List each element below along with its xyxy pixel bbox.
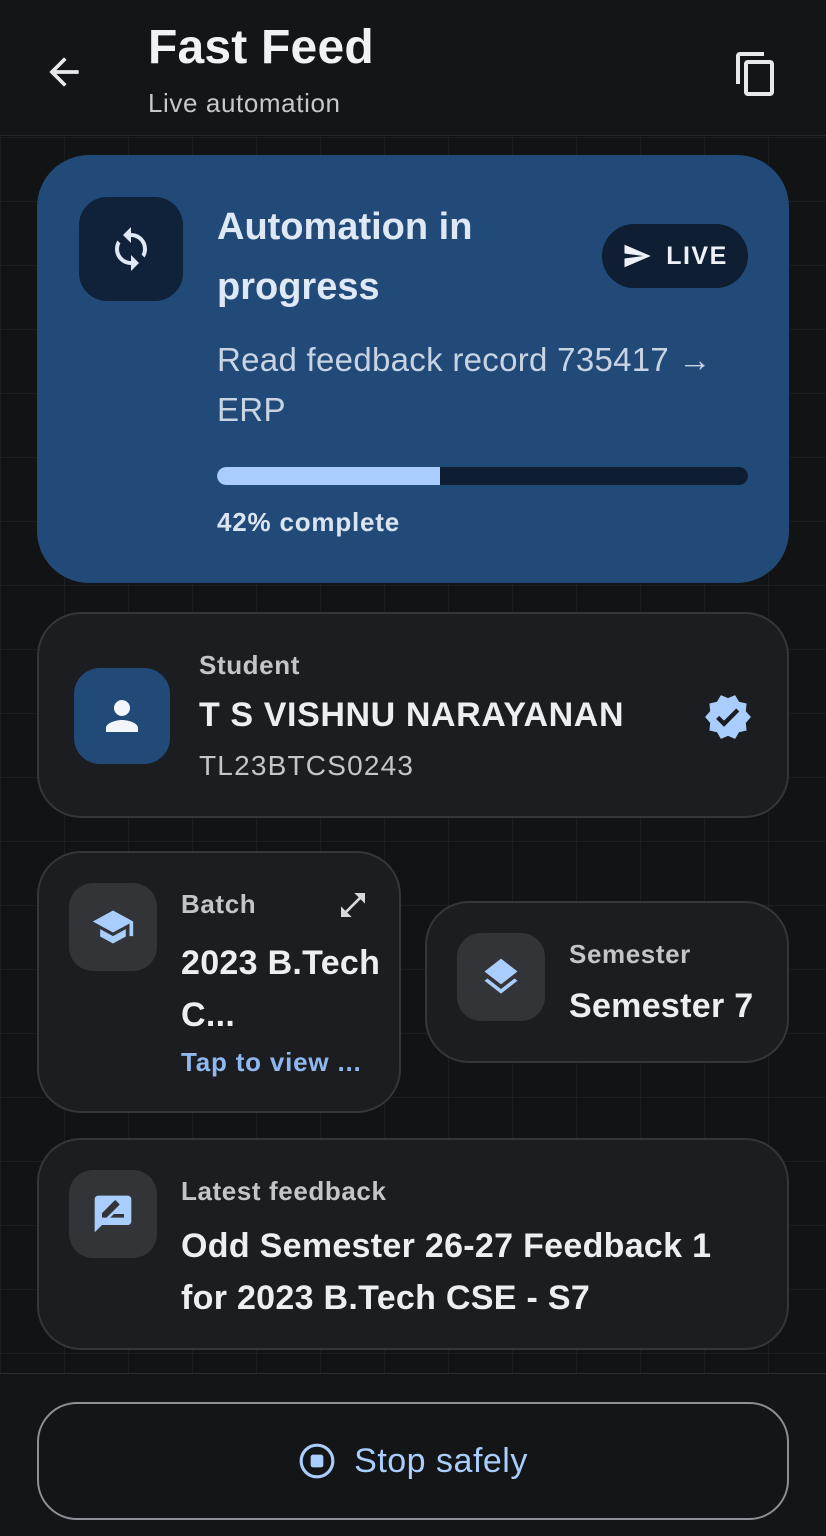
- stop-safely-label: Stop safely: [354, 1441, 528, 1480]
- school-icon: [92, 910, 134, 944]
- batch-value: 2023 B.Tech C...: [181, 944, 381, 1034]
- app-screen: Fast Feed Live automation Automation in …: [0, 0, 826, 1536]
- latest-feedback-label: Latest feedback: [181, 1176, 387, 1206]
- rate-review-icon: [94, 1195, 132, 1233]
- layers-icon: [484, 958, 518, 994]
- automation-description: Read feedback record 735417 → ERP: [217, 341, 712, 428]
- semester-label: Semester: [569, 939, 691, 969]
- verified-icon: [705, 695, 751, 739]
- back-button[interactable]: [36, 44, 92, 100]
- semester-card: Semester Semester 7: [425, 901, 789, 1063]
- student-label: Student: [199, 650, 300, 680]
- semester-value: Semester 7: [569, 987, 754, 1025]
- progress-label: 42% complete: [217, 507, 401, 537]
- page-title: Fast Feed: [148, 21, 374, 74]
- copy-icon: [736, 52, 774, 96]
- arrow-left-icon: [49, 57, 79, 87]
- live-badge: LIVE: [602, 224, 748, 288]
- live-badge-label: LIVE: [666, 241, 728, 270]
- sync-icon-container: [79, 197, 183, 301]
- batch-view-link[interactable]: Tap to view ...: [181, 1047, 362, 1078]
- batch-label: Batch: [181, 889, 257, 919]
- latest-feedback-card: Latest feedback Odd Semester 26-27 Feedb…: [37, 1138, 789, 1350]
- school-icon-container: [69, 883, 157, 971]
- avatar: [74, 668, 170, 764]
- copy-button[interactable]: [726, 44, 786, 104]
- batch-card[interactable]: Batch 2023 B.Tech C... Tap to view ...: [37, 851, 401, 1113]
- progress-bar: [217, 467, 748, 485]
- person-icon: [106, 700, 138, 732]
- sync-icon: [115, 227, 147, 271]
- stop-circle-icon: [299, 1443, 335, 1479]
- automation-status-card: Automation in progress LIVE Read feedbac…: [37, 155, 789, 583]
- progress-bar-fill: [217, 467, 441, 485]
- student-name: T S VISHNU NARAYANAN: [199, 696, 625, 734]
- expand-icon[interactable]: [337, 889, 369, 921]
- latest-feedback-value: Odd Semester 26-27 Feedback 1 for 2023 B…: [181, 1227, 712, 1317]
- automation-title: Automation in progress: [217, 206, 473, 308]
- page-subtitle: Live automation: [148, 88, 341, 118]
- rate-review-icon-container: [69, 1170, 157, 1258]
- layers-icon-container: [457, 933, 545, 1021]
- student-id: TL23BTCS0243: [199, 750, 415, 781]
- bottom-action-bar: Stop safely: [0, 1373, 826, 1536]
- stop-safely-button[interactable]: Stop safely: [37, 1402, 789, 1520]
- student-card: Student T S VISHNU NARAYANAN TL23BTCS024…: [37, 612, 789, 818]
- send-icon: [624, 244, 651, 268]
- top-app-bar: Fast Feed Live automation: [0, 0, 826, 136]
